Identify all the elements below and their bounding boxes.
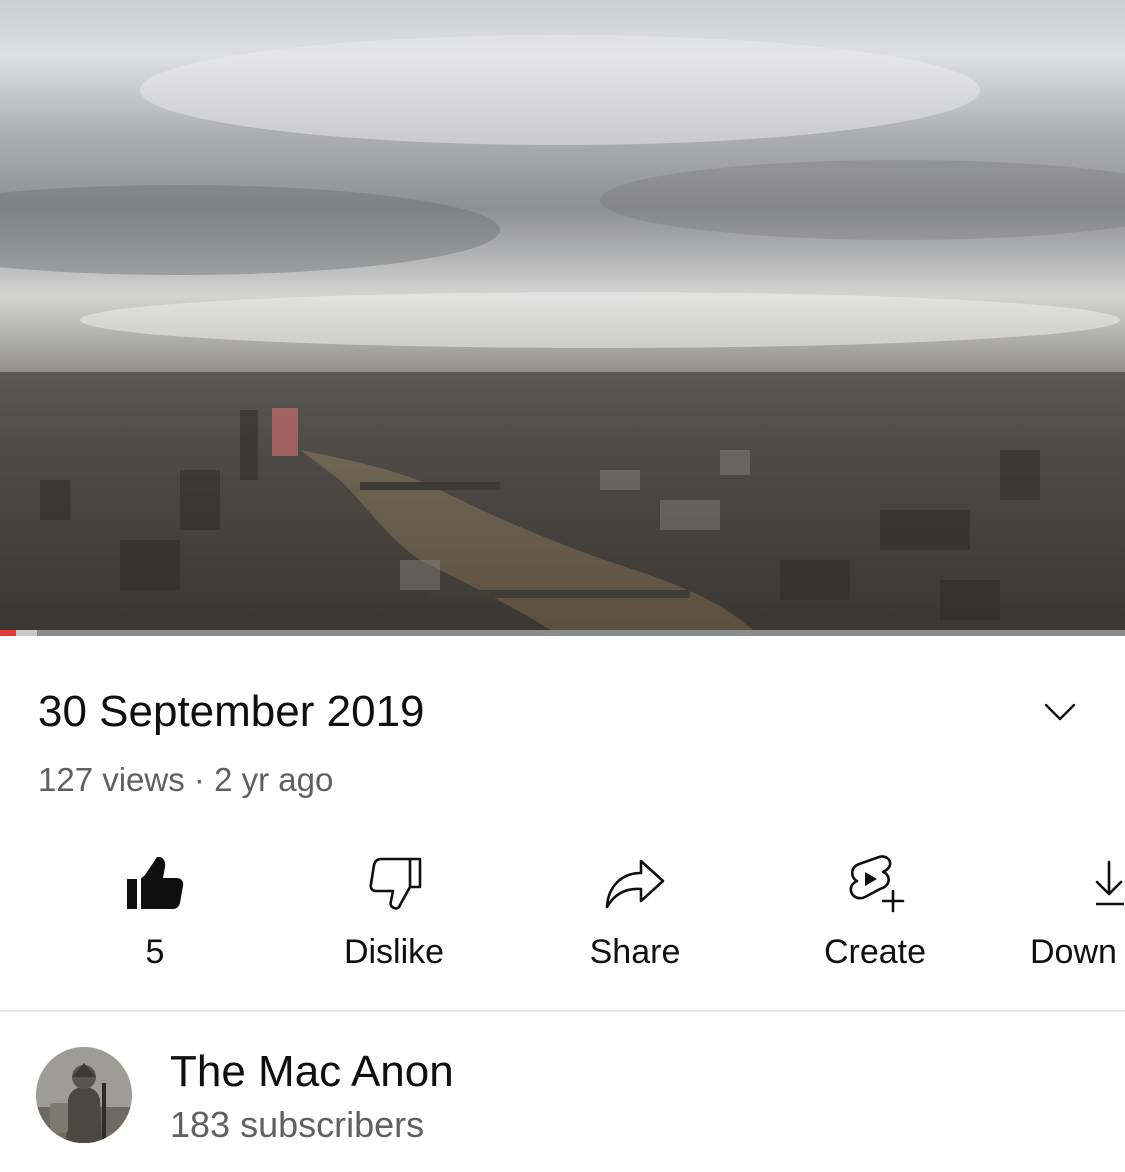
video-title: 30 September 2019 — [38, 687, 425, 736]
subscriber-count: 183 subscribers — [170, 1104, 425, 1145]
expand-description-button[interactable] — [1036, 692, 1084, 732]
action-row: 5 Dislike Share Create Down — [0, 848, 1125, 978]
like-button[interactable]: 5 — [55, 848, 255, 978]
download-button[interactable]: Down — [1030, 848, 1125, 978]
create-button[interactable]: Create — [775, 848, 975, 978]
channel-name[interactable]: The Mac Anon — [170, 1046, 454, 1098]
channel-avatar[interactable] — [36, 1047, 132, 1143]
share-arrow-icon — [605, 859, 665, 909]
video-frame — [0, 0, 1125, 636]
chevron-down-icon — [1044, 703, 1076, 721]
dislike-label: Dislike — [343, 933, 445, 971]
share-label: Share — [589, 933, 681, 971]
progress-bar[interactable] — [0, 630, 1125, 636]
share-button[interactable]: Share — [535, 848, 735, 978]
download-icon — [1095, 860, 1124, 906]
progress-played — [0, 630, 16, 636]
dislike-button[interactable]: Dislike — [294, 848, 494, 978]
download-label: Down — [1030, 933, 1117, 971]
create-shorts-icon — [849, 855, 905, 913]
create-label: Create — [823, 933, 927, 971]
video-meta: 127 views · 2 yr ago — [38, 761, 334, 798]
thumbs-down-outline-icon — [369, 857, 422, 910]
video-player[interactable] — [0, 0, 1125, 636]
like-count: 5 — [145, 933, 165, 971]
avatar-image — [36, 1047, 132, 1143]
section-divider — [0, 1010, 1125, 1012]
thumbs-up-filled-icon — [127, 857, 184, 909]
